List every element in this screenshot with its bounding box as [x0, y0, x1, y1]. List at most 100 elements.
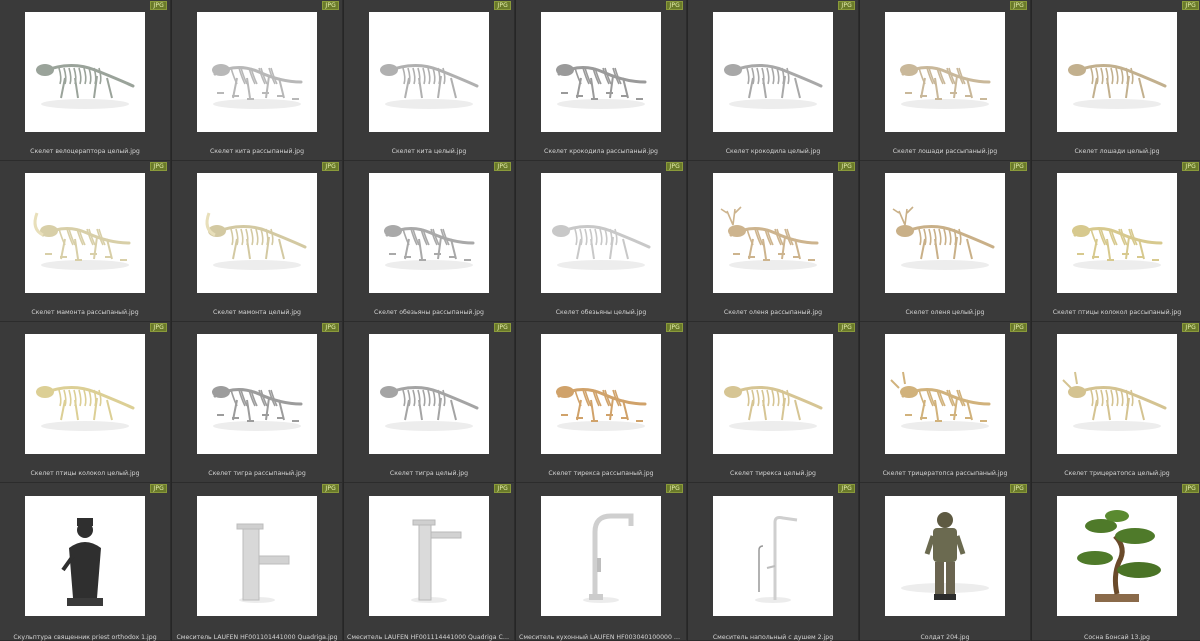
thumbnail-image[interactable]: [1057, 12, 1177, 132]
file-tile[interactable]: JPG Солдат 204.jpg: [860, 483, 1031, 641]
file-tile[interactable]: JPG Скелет кита целый.jpg: [344, 0, 515, 161]
file-type-badge: JPG: [1182, 323, 1199, 332]
file-type-badge: JPG: [666, 323, 683, 332]
file-tile[interactable]: JPG Скелет мамонта целый.jpg: [172, 161, 343, 322]
file-type-badge: JPG: [1182, 1, 1199, 10]
file-type-badge: JPG: [150, 1, 167, 10]
file-tile[interactable]: JPG Скелет птицы колокол целый.jpg: [0, 322, 171, 483]
thumbnail-image[interactable]: [713, 334, 833, 454]
thumbnail-image[interactable]: [197, 173, 317, 293]
file-tile[interactable]: JPG Скелет велоцераптора целый.jpg: [0, 0, 171, 161]
file-name: Скелет тирекса целый.jpg: [730, 470, 816, 477]
file-type-badge: JPG: [838, 484, 855, 493]
thumbnail-image[interactable]: [369, 173, 489, 293]
thumbnail-image[interactable]: [885, 496, 1005, 616]
file-name: Сосна Бонсай 13.jpg: [1084, 634, 1150, 641]
thumbnail-image[interactable]: [885, 12, 1005, 132]
faucet-column-icon: [411, 519, 462, 603]
file-tile[interactable]: JPG Скелет трицератопса рассыпаный.jpg: [860, 322, 1031, 483]
thumbnail-image[interactable]: [25, 173, 145, 293]
bonsai-pine-icon: [1077, 510, 1161, 602]
file-type-badge: JPG: [494, 323, 511, 332]
thumbnail-image[interactable]: [713, 173, 833, 293]
thumbnail-image[interactable]: [369, 334, 489, 454]
file-name: Скелет птицы колокол рассыпаный.jpg: [1052, 309, 1182, 316]
thumbnail-image[interactable]: [541, 334, 661, 454]
file-tile[interactable]: JPG Скелет трицератопса целый.jpg: [1032, 322, 1200, 483]
thumbnail-image[interactable]: [197, 12, 317, 132]
file-name: Скелет лошади рассыпаный.jpg: [892, 148, 998, 155]
file-name: Солдат 204.jpg: [920, 634, 970, 641]
file-type-badge: JPG: [838, 323, 855, 332]
file-type-badge: JPG: [494, 1, 511, 10]
skeleton-mammoth-scattered-icon: [33, 212, 131, 270]
skeleton-crocodile-scattered-icon: [556, 64, 647, 109]
file-type-badge: JPG: [1010, 162, 1027, 171]
thumbnail-image[interactable]: [197, 334, 317, 454]
thumbnail-image[interactable]: [369, 12, 489, 132]
thumbnail-image[interactable]: [197, 496, 317, 616]
thumbnail-image[interactable]: [541, 173, 661, 293]
file-grid: JPG Скелет велоцераптора целый.jpg JPG Скел…: [0, 0, 1200, 641]
file-name: Скелет трицератопса целый.jpg: [1064, 470, 1170, 477]
skeleton-trex-scattered-icon: [556, 386, 647, 431]
skeleton-monkey-scattered-icon: [384, 225, 475, 270]
thumbnail-image[interactable]: [25, 496, 145, 616]
skeleton-triceratops-scattered-icon: [890, 371, 991, 431]
file-tile[interactable]: JPG Смеситель LAUFEN HF001114441000 Quadr…: [344, 483, 515, 641]
thumbnail-image[interactable]: [1057, 173, 1177, 293]
skeleton-velociraptor-icon: [36, 64, 135, 109]
file-type-badge: JPG: [150, 323, 167, 332]
thumbnail-image[interactable]: [1057, 496, 1177, 616]
file-tile[interactable]: JPG Скелет лошади рассыпаный.jpg: [860, 0, 1031, 161]
file-name: Скелет лошади целый.jpg: [1074, 148, 1160, 155]
thumbnail-image[interactable]: [885, 334, 1005, 454]
thumbnail-image[interactable]: [541, 496, 661, 616]
file-name: Скелет крокодила рассыпаный.jpg: [544, 148, 658, 155]
thumbnail-image[interactable]: [25, 334, 145, 454]
file-tile[interactable]: JPG Скелет тирекса рассыпаный.jpg: [516, 322, 687, 483]
file-tile[interactable]: JPG Скелет оленя целый.jpg: [860, 161, 1031, 322]
file-name: Скульптура священник priest orthodox 1.j…: [13, 634, 157, 641]
thumbnail-image[interactable]: [1057, 334, 1177, 454]
file-name: Смеситель кухонный LAUFEN HF003040100000…: [519, 634, 686, 641]
skeleton-whale-icon: [380, 64, 479, 109]
thumbnail-image[interactable]: [885, 173, 1005, 293]
file-name: Скелет мамонта рассыпаный.jpg: [31, 309, 139, 316]
file-type-badge: JPG: [1010, 484, 1027, 493]
file-name: Скелет мамонта целый.jpg: [213, 309, 301, 316]
file-name: Смеситель LAUFEN HF001101441000 Quadriga…: [176, 634, 338, 641]
thumbnail-image[interactable]: [713, 496, 833, 616]
file-tile[interactable]: JPG Скульптура священник priest orthodox …: [0, 483, 171, 641]
thumbnail-image[interactable]: [369, 496, 489, 616]
file-tile[interactable]: JPG Скелет крокодила целый.jpg: [688, 0, 859, 161]
file-tile[interactable]: JPG Скелет кита рассыпаный.jpg: [172, 0, 343, 161]
thumbnail-image[interactable]: [25, 12, 145, 132]
file-tile[interactable]: JPG Скелет мамонта рассыпаный.jpg: [0, 161, 171, 322]
file-tile[interactable]: JPG Смеситель LAUFEN HF001101441000 Quadr…: [172, 483, 343, 641]
file-name: Скелет птицы колокол целый.jpg: [30, 470, 140, 477]
file-type-badge: JPG: [1010, 1, 1027, 10]
file-type-badge: JPG: [666, 162, 683, 171]
file-tile[interactable]: JPG Сосна Бонсай 13.jpg: [1032, 483, 1200, 641]
skeleton-deer-icon: [892, 206, 995, 270]
skeleton-horse-icon: [1068, 64, 1167, 109]
file-tile[interactable]: JPG Смеситель напольный с душем 2.jpg: [688, 483, 859, 641]
file-tile[interactable]: JPG Скелет оленя рассыпаный.jpg: [688, 161, 859, 322]
file-tile[interactable]: JPG Скелет тигра рассыпаный.jpg: [172, 322, 343, 483]
file-tile[interactable]: JPG Скелет обезьяны целый.jpg: [516, 161, 687, 322]
file-tile[interactable]: JPG Скелет обезьяны рассыпаный.jpg: [344, 161, 515, 322]
file-type-badge: JPG: [1182, 484, 1199, 493]
file-tile[interactable]: JPG Скелет лошади целый.jpg: [1032, 0, 1200, 161]
skeleton-crocodile-icon: [724, 64, 823, 109]
skeleton-monkey-icon: [552, 225, 651, 270]
file-tile[interactable]: JPG Скелет тигра целый.jpg: [344, 322, 515, 483]
thumbnail-image[interactable]: [713, 12, 833, 132]
file-tile[interactable]: JPG Скелет тирекса целый.jpg: [688, 322, 859, 483]
file-name: Скелет трицератопса рассыпаный.jpg: [882, 470, 1008, 477]
file-name: Смеситель напольный с душем 2.jpg: [712, 634, 834, 641]
file-tile[interactable]: JPG Скелет крокодила рассыпаный.jpg: [516, 0, 687, 161]
file-tile[interactable]: JPG Скелет птицы колокол рассыпаный.jpg: [1032, 161, 1200, 322]
thumbnail-image[interactable]: [541, 12, 661, 132]
file-tile[interactable]: JPG Смеситель кухонный LAUFEN HF003040100…: [516, 483, 687, 641]
